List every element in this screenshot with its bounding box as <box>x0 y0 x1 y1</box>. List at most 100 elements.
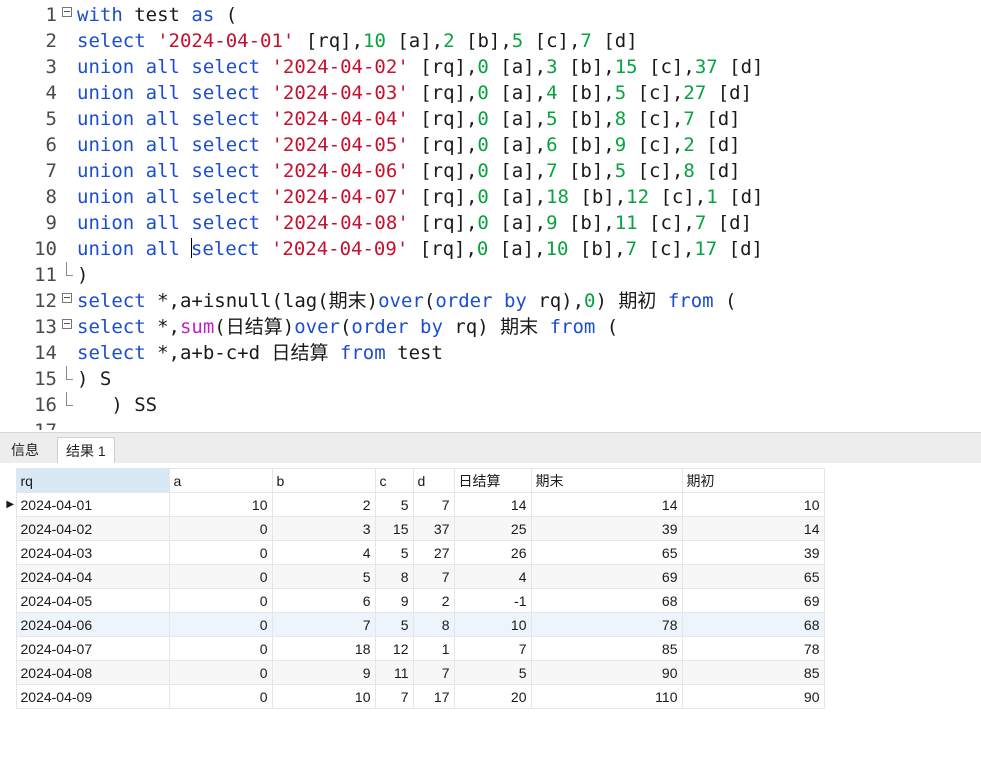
column-header[interactable]: rq <box>15 468 170 493</box>
table-cell[interactable]: 6 <box>271 588 376 613</box>
table-cell[interactable]: 0 <box>168 564 273 589</box>
table-cell[interactable]: 2024-04-07 <box>15 636 170 661</box>
table-cell[interactable]: 39 <box>681 540 825 565</box>
table-cell[interactable]: 7 <box>453 636 532 661</box>
table-row[interactable]: 2024-04-03 0 4 5 27 26 65 39 <box>5 540 825 565</box>
code-line[interactable]: 3 union all select '2024-04-02' [rq],0 [a… <box>0 54 981 80</box>
table-cell[interactable]: 90 <box>530 660 683 685</box>
table-cell[interactable]: 39 <box>530 516 683 541</box>
table-row[interactable]: 2024-04-09 0 10 7 17 20 110 90 <box>5 684 825 709</box>
table-cell[interactable]: 69 <box>530 564 683 589</box>
table-cell[interactable]: 8 <box>412 612 455 637</box>
table-cell[interactable]: 1 <box>412 636 455 661</box>
table-cell[interactable]: 0 <box>168 540 273 565</box>
code-line[interactable]: 11) <box>0 262 981 288</box>
table-row[interactable]: 2024-04-02 0 3 15 37 25 39 14 <box>5 516 825 541</box>
table-cell[interactable]: 90 <box>681 684 825 709</box>
table-cell[interactable]: 7 <box>374 684 414 709</box>
table-cell[interactable]: 85 <box>530 636 683 661</box>
table-cell[interactable]: 7 <box>412 492 455 517</box>
code-line[interactable]: 4 union all select '2024-04-03' [rq],0 [a… <box>0 80 981 106</box>
table-cell[interactable]: 65 <box>530 540 683 565</box>
table-cell[interactable]: 5 <box>453 660 532 685</box>
code-line[interactable]: 7 union all select '2024-04-06' [rq],0 [a… <box>0 158 981 184</box>
code-line[interactable]: 14 select *,a+b-c+d 日结算 from test <box>0 340 981 366</box>
table-cell[interactable]: 5 <box>374 492 414 517</box>
table-cell[interactable]: 2024-04-01 <box>15 492 170 517</box>
column-header[interactable]: b <box>271 468 376 493</box>
table-cell[interactable]: 10 <box>168 492 273 517</box>
table-cell[interactable]: 2024-04-04 <box>15 564 170 589</box>
table-cell[interactable]: 18 <box>271 636 376 661</box>
table-cell[interactable]: 10 <box>271 684 376 709</box>
code-line[interactable]: 12 select *,a+isnull(lag(期末)over(order by… <box>0 288 981 314</box>
table-cell[interactable]: 14 <box>681 516 825 541</box>
table-cell[interactable]: 4 <box>453 564 532 589</box>
code-line[interactable]: 17 <box>0 418 981 430</box>
table-cell[interactable]: 4 <box>271 540 376 565</box>
table-cell[interactable]: 17 <box>412 684 455 709</box>
column-header[interactable]: 期末 <box>530 468 683 493</box>
table-cell[interactable]: 25 <box>453 516 532 541</box>
table-cell[interactable]: 7 <box>412 660 455 685</box>
column-header[interactable]: d <box>412 468 455 493</box>
table-cell[interactable]: 2 <box>412 588 455 613</box>
table-cell[interactable]: 5 <box>271 564 376 589</box>
table-cell[interactable]: 11 <box>374 660 414 685</box>
code-line[interactable]: 1 with test as ( <box>0 2 981 28</box>
table-row[interactable]: 2024-04-07 0 18 12 1 7 85 78 <box>5 636 825 661</box>
table-cell[interactable]: 68 <box>681 612 825 637</box>
code-line[interactable]: 13 select *,sum(日结算)over(order by rq) 期末 … <box>0 314 981 340</box>
table-cell[interactable]: 5 <box>374 612 414 637</box>
table-row[interactable]: 2024-04-06 0 7 5 8 10 78 68 <box>5 612 825 637</box>
table-cell[interactable]: 2024-04-02 <box>15 516 170 541</box>
table-cell[interactable]: 37 <box>412 516 455 541</box>
code-line[interactable]: 15) S <box>0 366 981 392</box>
table-cell[interactable]: 26 <box>453 540 532 565</box>
table-cell[interactable]: 0 <box>168 660 273 685</box>
code-line[interactable]: 9 union all select '2024-04-08' [rq],0 [a… <box>0 210 981 236</box>
table-row[interactable]: 2024-04-05 0 6 9 2 -1 68 69 <box>5 588 825 613</box>
table-row[interactable]: 2024-04-04 0 5 8 7 4 69 65 <box>5 564 825 589</box>
table-cell[interactable]: 0 <box>168 588 273 613</box>
tab-info[interactable]: 信息 <box>3 437 47 463</box>
table-cell[interactable]: 0 <box>168 612 273 637</box>
code-line[interactable]: 10 union all select '2024-04-09' [rq],0 [… <box>0 236 981 262</box>
table-cell[interactable]: 12 <box>374 636 414 661</box>
table-cell[interactable]: 14 <box>530 492 683 517</box>
table-cell[interactable]: 0 <box>168 516 273 541</box>
table-cell[interactable]: 69 <box>681 588 825 613</box>
table-cell[interactable]: 0 <box>168 684 273 709</box>
code-line[interactable]: 8 union all select '2024-04-07' [rq],0 [a… <box>0 184 981 210</box>
fold-collapse-icon[interactable] <box>62 293 72 303</box>
code-line[interactable]: 16 ) SS <box>0 392 981 418</box>
table-cell[interactable]: 5 <box>374 540 414 565</box>
column-header[interactable]: a <box>168 468 273 493</box>
table-cell[interactable]: 20 <box>453 684 532 709</box>
table-cell[interactable]: 27 <box>412 540 455 565</box>
table-cell[interactable]: 2024-04-08 <box>15 660 170 685</box>
table-cell[interactable]: 7 <box>412 564 455 589</box>
table-cell[interactable]: 78 <box>681 636 825 661</box>
code-line[interactable]: 2 select '2024-04-01' [rq],10 [a],2 [b],5… <box>0 28 981 54</box>
table-cell[interactable]: 9 <box>374 588 414 613</box>
table-cell[interactable]: 65 <box>681 564 825 589</box>
column-header[interactable]: 日结算 <box>453 468 532 493</box>
table-cell[interactable]: 8 <box>374 564 414 589</box>
table-row[interactable]: 2024-04-08 0 9 11 7 5 90 85 <box>5 660 825 685</box>
column-header[interactable]: 期初 <box>681 468 825 493</box>
table-cell[interactable]: 2024-04-03 <box>15 540 170 565</box>
table-cell[interactable]: 3 <box>271 516 376 541</box>
table-cell[interactable]: 2024-04-06 <box>15 612 170 637</box>
code-line[interactable]: 6 union all select '2024-04-05' [rq],0 [a… <box>0 132 981 158</box>
column-header[interactable]: c <box>374 468 414 493</box>
table-cell[interactable]: 110 <box>530 684 683 709</box>
table-cell[interactable]: 14 <box>453 492 532 517</box>
table-cell[interactable]: 10 <box>681 492 825 517</box>
table-cell[interactable]: 0 <box>168 636 273 661</box>
sql-editor[interactable]: 1 with test as (2 select '2024-04-01' [rq]… <box>0 0 981 430</box>
tab-result-1[interactable]: 结果 1 <box>57 437 115 463</box>
fold-collapse-icon[interactable] <box>62 319 72 329</box>
table-cell[interactable]: 78 <box>530 612 683 637</box>
table-cell[interactable]: 7 <box>271 612 376 637</box>
